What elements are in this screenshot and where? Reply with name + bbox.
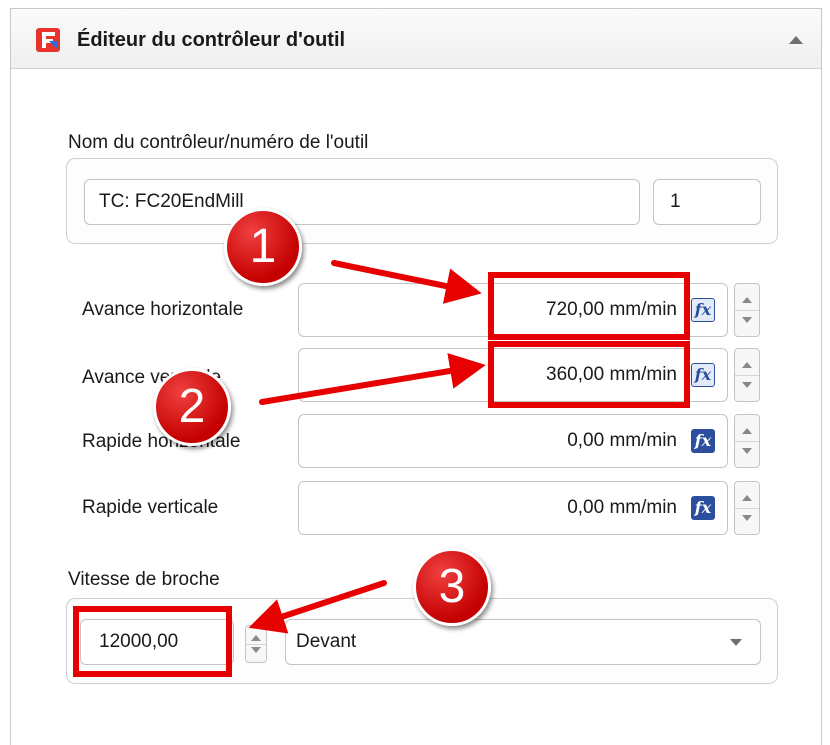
annotation-badge-3: 3 (413, 548, 491, 626)
arrow-2 (259, 353, 486, 405)
annotation-badge-2: 2 (153, 368, 231, 446)
arrow-3 (248, 580, 387, 634)
annotation-arrows (248, 260, 486, 634)
annotation-badge-1: 1 (224, 208, 302, 286)
arrow-1 (331, 260, 482, 304)
